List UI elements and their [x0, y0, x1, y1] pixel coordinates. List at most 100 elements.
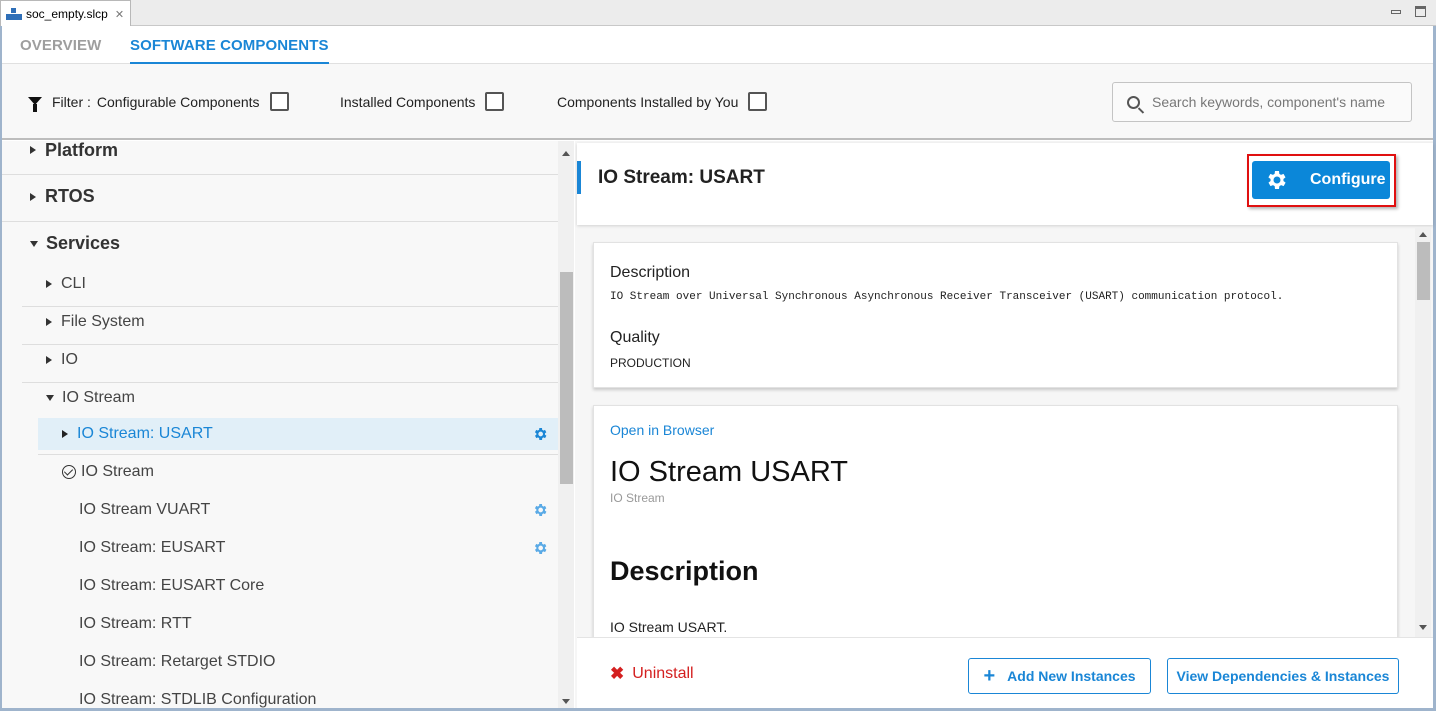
filter-installed-label: Installed Components: [340, 93, 476, 110]
quality-value: PRODUCTION: [610, 356, 691, 370]
plus-icon: +: [983, 664, 996, 687]
tab-overview[interactable]: OVERVIEW: [20, 37, 101, 54]
tree-item-io-stream-stdlib-configuration[interactable]: IO Stream: STDLIB Configuration: [2, 687, 558, 708]
component-detail-pane: IO Stream: USART Configure Description I…: [575, 141, 1433, 708]
expand-arrow-icon: [30, 192, 36, 201]
view-dependencies-button[interactable]: View Dependencies & Instances: [1167, 658, 1399, 694]
tree-item-rtos[interactable]: RTOS: [2, 183, 558, 210]
tree-item-services[interactable]: Services: [2, 230, 558, 257]
component-tree: Platform RTOS Services CLI File System I…: [2, 141, 558, 708]
scroll-up-icon[interactable]: [1419, 232, 1427, 237]
configure-button[interactable]: Configure: [1252, 161, 1390, 199]
divider: [22, 344, 558, 345]
add-new-instances-label: Add New Instances: [1007, 668, 1136, 684]
components-icon: [6, 8, 22, 20]
editor-tab-label: soc_empty.slcp: [26, 7, 108, 21]
tree-item-label: IO Stream VUART: [79, 501, 211, 518]
expand-arrow-icon: [46, 356, 52, 364]
doc-heading: IO Stream USART: [610, 456, 848, 488]
doc-section-text: IO Stream USART.: [610, 619, 728, 635]
divider: [2, 174, 558, 175]
scroll-up-icon[interactable]: [562, 151, 570, 156]
tree-item-io-stream-eusart-core[interactable]: IO Stream: EUSART Core: [2, 573, 558, 599]
title-accent-bar: [577, 161, 581, 194]
scrollbar-thumb[interactable]: [1417, 242, 1430, 300]
filter-installed-by-you-checkbox[interactable]: [748, 92, 768, 111]
expand-arrow-icon: [46, 318, 52, 326]
editor-tab-strip: soc_empty.slcp ✕: [0, 0, 1436, 27]
configure-gear-icon[interactable]: [532, 502, 548, 518]
doc-category: IO Stream: [610, 491, 665, 505]
quality-label: Quality: [610, 329, 660, 346]
scrollbar-thumb[interactable]: [560, 272, 573, 484]
minimize-icon[interactable]: [1391, 9, 1401, 14]
tree-item-io[interactable]: IO: [2, 347, 558, 373]
tree-item-label: IO Stream: Retarget STDIO: [79, 653, 276, 670]
doc-section-heading: Description: [610, 556, 759, 586]
detail-scrollbar[interactable]: [1415, 227, 1431, 637]
installed-check-icon: [62, 465, 76, 479]
tree-item-io-stream-retarget-stdio[interactable]: IO Stream: Retarget STDIO: [2, 649, 558, 675]
tree-item-label: IO Stream: [62, 389, 135, 406]
gear-icon: [1268, 171, 1286, 189]
scroll-down-icon[interactable]: [1419, 625, 1427, 630]
tree-item-io-stream-rtt[interactable]: IO Stream: RTT: [2, 611, 558, 637]
close-tab-icon[interactable]: ✕: [115, 8, 124, 21]
filter-installed-by-you-label: Components Installed by You: [557, 93, 739, 110]
filter-icon: [28, 96, 42, 112]
tree-scrollbar[interactable]: [558, 141, 574, 708]
divider: [2, 221, 558, 222]
tree-item-platform[interactable]: Platform: [2, 141, 558, 160]
uninstall-label: Uninstall: [632, 665, 694, 682]
divider: [22, 306, 558, 307]
description-label: Description: [610, 264, 691, 281]
detail-header: IO Stream: USART Configure: [577, 143, 1433, 225]
tree-item-label: IO: [61, 351, 78, 368]
filter-configurable-checkbox[interactable]: [269, 92, 289, 111]
filter-installed-by-you: Components Installed by You: [557, 92, 768, 111]
page-tabs: OVERVIEW SOFTWARE COMPONENTS: [2, 26, 1433, 64]
filter-installed: Installed Components: [340, 92, 505, 111]
tree-item-label: IO Stream: RTT: [79, 615, 192, 632]
summary-card: Description IO Stream over Universal Syn…: [593, 242, 1398, 388]
filter-configurable: Filter : Configurable Components: [28, 92, 289, 112]
tree-item-label: Platform: [45, 141, 119, 160]
filter-prefix: Filter :: [52, 93, 91, 110]
documentation-card: Open in Browser IO Stream USART IO Strea…: [593, 405, 1398, 637]
tree-item-label: IO Stream: EUSART: [79, 539, 226, 556]
tab-software-components-label: SOFTWARE COMPONENTS: [130, 37, 329, 54]
editor-tab-soc-empty[interactable]: soc_empty.slcp ✕: [0, 0, 131, 27]
tree-item-io-stream-eusart[interactable]: IO Stream: EUSART: [2, 535, 558, 561]
expand-arrow-icon: [30, 146, 36, 154]
maximize-icon[interactable]: [1415, 6, 1426, 17]
search-input[interactable]: [1152, 94, 1402, 110]
tab-software-components[interactable]: SOFTWARE COMPONENTS: [130, 37, 329, 64]
divider: [22, 382, 558, 383]
tree-item-label: IO Stream: [81, 463, 154, 480]
filter-installed-checkbox[interactable]: [485, 92, 505, 111]
collapse-arrow-icon: [30, 240, 38, 247]
tree-item-file-system[interactable]: File System: [2, 309, 558, 335]
scroll-down-icon[interactable]: [562, 699, 570, 704]
detail-cards: Description IO Stream over Universal Syn…: [575, 227, 1415, 637]
uninstall-button[interactable]: ✖ Uninstall: [610, 664, 694, 684]
filter-configurable-label: Configurable Components: [96, 93, 260, 110]
detail-footer: ✖ Uninstall + Add New Instances View Dep…: [577, 637, 1433, 708]
collapse-arrow-icon: [46, 395, 54, 401]
tree-item-cli[interactable]: CLI: [2, 271, 558, 297]
tree-item-label: File System: [61, 313, 145, 330]
tree-item-io-stream-usart[interactable]: IO Stream: USART: [38, 418, 558, 450]
tree-item-label: CLI: [61, 275, 86, 292]
open-in-browser-link[interactable]: Open in Browser: [610, 422, 714, 438]
configure-gear-icon[interactable]: [532, 540, 548, 556]
uninstall-x-icon: ✖: [610, 664, 625, 683]
view-dependencies-label: View Dependencies & Instances: [1176, 668, 1390, 684]
expand-arrow-icon: [62, 430, 68, 438]
tree-item-io-stream-core[interactable]: IO Stream: [2, 459, 558, 485]
tree-item-io-stream[interactable]: IO Stream: [2, 385, 558, 411]
tree-item-label: RTOS: [45, 186, 95, 206]
add-new-instances-button[interactable]: + Add New Instances: [968, 658, 1151, 694]
tree-item-io-stream-vuart[interactable]: IO Stream VUART: [2, 497, 558, 523]
configure-gear-icon[interactable]: [532, 426, 548, 442]
search-box: [1112, 82, 1412, 122]
